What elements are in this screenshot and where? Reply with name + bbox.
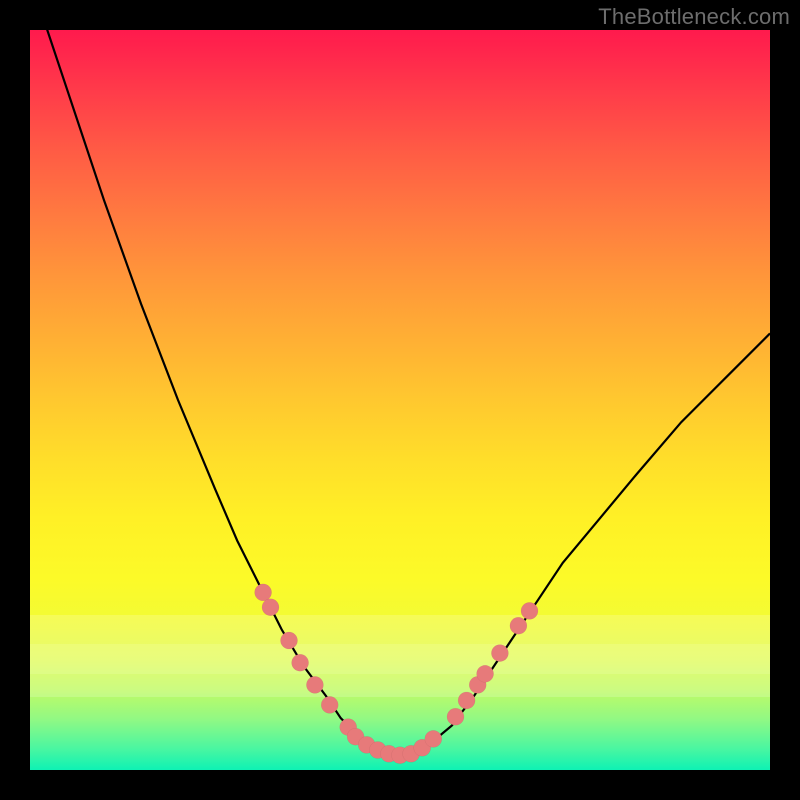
data-point: [321, 696, 338, 713]
data-point: [510, 617, 527, 634]
data-point: [458, 692, 475, 709]
data-point: [491, 645, 508, 662]
data-point: [292, 654, 309, 671]
watermark-text: TheBottleneck.com: [598, 4, 790, 30]
chart-frame: TheBottleneck.com: [0, 0, 800, 800]
data-point: [306, 676, 323, 693]
bottleneck-curve: [30, 30, 770, 755]
data-point: [447, 708, 464, 725]
data-point: [262, 599, 279, 616]
data-point: [477, 665, 494, 682]
data-point: [425, 730, 442, 747]
data-points-group: [255, 584, 538, 764]
plot-area: [30, 30, 770, 770]
curve-svg: [30, 30, 770, 770]
data-point: [281, 632, 298, 649]
data-point: [255, 584, 272, 601]
data-point: [521, 602, 538, 619]
